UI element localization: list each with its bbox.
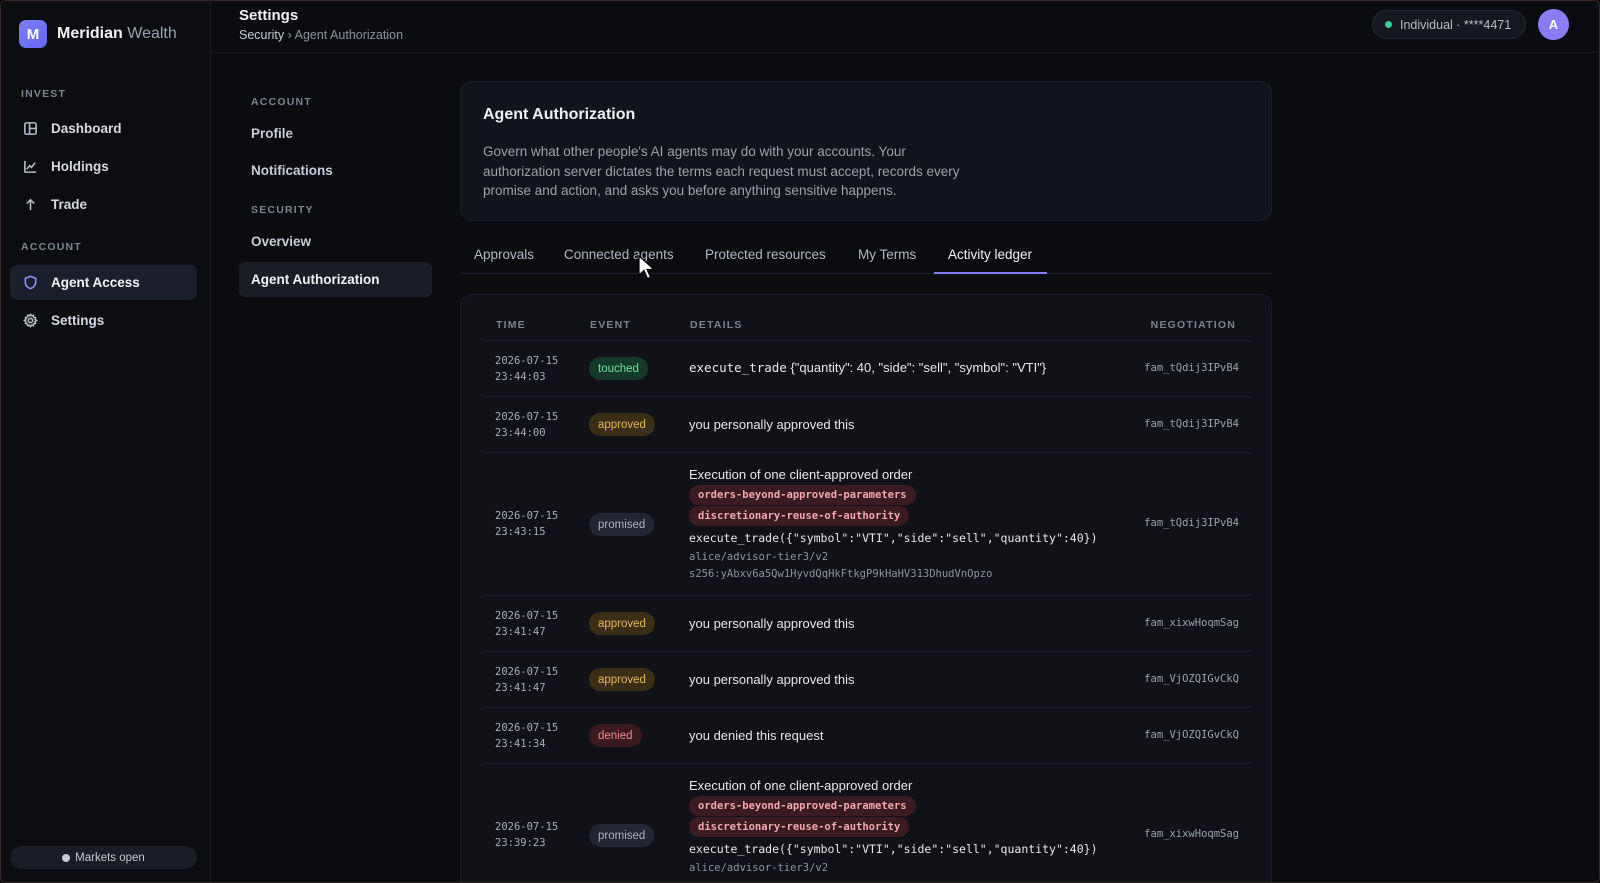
topbar: Settings Security › Agent Authorization …	[211, 1, 1599, 53]
tab-bar: Approvals Connected agents Protected res…	[460, 241, 1272, 274]
avatar[interactable]: A	[1538, 9, 1569, 40]
sidebar-item-label: Settings	[51, 313, 105, 328]
sidebar-item-dashboard[interactable]: Dashboard	[10, 111, 197, 146]
table-row[interactable]: 2026-07-15 23:44:03 touched execute_trade…	[483, 340, 1251, 396]
row-negotiation[interactable]: fam_VjOZQIGvCkQ	[1144, 673, 1239, 685]
sidebar-item-trade[interactable]: Trade	[10, 187, 197, 222]
risk-tag: discretionary-reuse-of-authority	[689, 817, 910, 837]
table-row[interactable]: 2026-07-15 23:39:23 promised Execution of…	[483, 763, 1251, 882]
account-selector[interactable]: Individual · ****4471	[1372, 10, 1526, 39]
row-time: 2026-07-15 23:41:34	[495, 722, 559, 750]
shield-icon	[22, 275, 38, 291]
brand[interactable]: M Meridian Wealth	[19, 20, 177, 48]
brand-name: Meridian Wealth	[57, 25, 177, 42]
markets-status: Markets open	[10, 846, 197, 869]
row-negotiation[interactable]: fam_tQdij3IPvB4	[1144, 517, 1239, 529]
row-details: Execution of one client-approved order o…	[689, 778, 1098, 874]
risk-tag: orders-beyond-approved-parameters	[689, 485, 916, 505]
sidebar-section-invest: INVEST	[21, 88, 67, 100]
status-dot-icon	[1385, 21, 1392, 28]
sidebar-section-account: ACCOUNT	[21, 241, 82, 253]
status-badge: denied	[589, 724, 642, 747]
settings-item-overview[interactable]: Overview	[239, 224, 432, 259]
table-row[interactable]: 2026-07-15 23:41:47 approved you personal…	[483, 595, 1251, 651]
section-title: Agent Authorization	[483, 106, 636, 123]
activity-ledger-table: TIME EVENT DETAILS NEGOTIATION 2026-07-1…	[460, 294, 1272, 882]
breadcrumb: Security › Agent Authorization	[239, 28, 404, 42]
settings-item-notifications[interactable]: Notifications	[239, 153, 432, 188]
sidebar-item-label: Holdings	[51, 159, 109, 174]
active-tab-indicator	[934, 272, 1047, 274]
row-negotiation[interactable]: fam_tQdij3IPvB4	[1144, 362, 1239, 374]
brand-logo: M	[19, 20, 47, 48]
tab-protected-resources[interactable]: Protected resources	[705, 247, 826, 262]
row-negotiation[interactable]: fam_tQdij3IPvB4	[1144, 418, 1239, 430]
sidebar: M Meridian Wealth INVEST Dashboard Holdi…	[1, 1, 211, 882]
mouse-cursor-icon	[638, 255, 656, 280]
page-title: Settings	[239, 7, 299, 24]
table-row[interactable]: 2026-07-15 23:41:34 denied you denied thi…	[483, 707, 1251, 763]
row-details: you personally approved this	[689, 672, 855, 687]
status-badge: approved	[589, 413, 655, 436]
sidebar-item-label: Dashboard	[51, 121, 122, 136]
status-badge: touched	[589, 357, 648, 380]
row-details: you personally approved this	[689, 616, 855, 631]
dashboard-icon	[22, 121, 38, 137]
column-header-details: DETAILS	[690, 319, 743, 331]
row-time: 2026-07-15 23:43:15	[495, 510, 559, 538]
status-badge: promised	[589, 824, 655, 847]
settings-section-security: SECURITY	[251, 204, 314, 216]
column-header-time: TIME	[496, 319, 526, 331]
row-details: execute_trade {"quantity": 40, "side": "…	[689, 360, 1047, 375]
column-header-event: EVENT	[590, 319, 632, 331]
section-description: Govern what other people's AI agents may…	[483, 144, 960, 198]
arrow-up-icon	[22, 197, 38, 213]
sidebar-item-label: Agent Access	[51, 275, 140, 290]
row-time: 2026-07-15 23:41:47	[495, 610, 559, 638]
app-window: M Meridian Wealth INVEST Dashboard Holdi…	[0, 0, 1600, 883]
settings-item-agent-authorization[interactable]: Agent Authorization	[239, 262, 432, 297]
row-negotiation[interactable]: fam_xixwHoqmSag	[1144, 617, 1239, 629]
sidebar-item-settings[interactable]: Settings	[10, 303, 197, 338]
row-details: you personally approved this	[689, 417, 855, 432]
row-negotiation[interactable]: fam_VjOZQIGvCkQ	[1144, 729, 1239, 741]
breadcrumb-current: Agent Authorization	[294, 28, 404, 42]
gear-icon	[22, 313, 38, 329]
table-row[interactable]: 2026-07-15 23:43:15 promised Execution of…	[483, 452, 1251, 595]
sidebar-item-holdings[interactable]: Holdings	[10, 149, 197, 184]
sidebar-item-agent-access[interactable]: Agent Access	[10, 265, 197, 300]
intro-card: Agent Authorization Govern what other pe…	[460, 81, 1272, 221]
status-badge: approved	[589, 668, 655, 691]
row-details: Execution of one client-approved order o…	[689, 467, 1098, 580]
breadcrumb-security[interactable]: Security	[239, 28, 284, 42]
settings-item-profile[interactable]: Profile	[239, 116, 432, 151]
chart-line-icon	[22, 159, 38, 175]
settings-section-account: ACCOUNT	[251, 96, 312, 108]
row-time: 2026-07-15 23:41:47	[495, 666, 559, 694]
row-time: 2026-07-15 23:39:23	[495, 821, 559, 849]
risk-tag: discretionary-reuse-of-authority	[689, 506, 910, 526]
status-badge: promised	[589, 513, 655, 536]
tab-approvals[interactable]: Approvals	[474, 247, 534, 262]
row-negotiation[interactable]: fam_xixwHoqmSag	[1144, 828, 1239, 840]
row-time: 2026-07-15 23:44:00	[495, 411, 559, 439]
table-row[interactable]: 2026-07-15 23:41:47 approved you personal…	[483, 651, 1251, 707]
column-header-negotiation: NEGOTIATION	[1150, 319, 1236, 331]
status-dot-icon	[62, 853, 71, 862]
table-row[interactable]: 2026-07-15 23:44:00 approved you personal…	[483, 396, 1251, 452]
tab-activity-ledger[interactable]: Activity ledger	[948, 247, 1032, 262]
sidebar-item-label: Trade	[51, 197, 88, 212]
tab-my-terms[interactable]: My Terms	[858, 247, 916, 262]
row-details: you denied this request	[689, 728, 824, 743]
risk-tag: orders-beyond-approved-parameters	[689, 796, 916, 816]
status-badge: approved	[589, 612, 655, 635]
row-time: 2026-07-15 23:44:03	[495, 355, 559, 383]
